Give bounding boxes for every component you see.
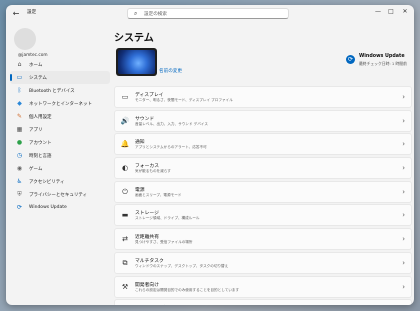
sidebar-item-label: システム xyxy=(29,76,47,81)
sidebar-item-label: 個人用設定 xyxy=(29,115,52,120)
settings-card[interactable]: ⚒ 開発者向け これらの設定は開発目的でのみ使用することを目的としています › xyxy=(114,275,412,298)
title-bar: ← 設定 ⌕ — □ ✕ xyxy=(6,5,414,22)
bluetooth-icon: ᛒ xyxy=(17,87,22,94)
search-input[interactable] xyxy=(144,10,284,18)
settings-card[interactable]: ⇄ 近距離共有 見つけやすさ、受信ファイルの場所 › xyxy=(114,228,412,251)
windows-update-icon: ⟳ xyxy=(16,204,23,211)
card-subtitle: 見つけやすさ、受信ファイルの場所 xyxy=(135,240,193,245)
notifications-icon: 🔔 xyxy=(120,140,130,149)
card-subtitle: 気が散るものを減らす xyxy=(135,169,171,174)
sidebar-nav: ⌂ ホーム ▭ システム ᛒ Bluetooth とデバイス ◆ ネットワークとインターネット… xyxy=(10,58,110,214)
network-icon: ◆ xyxy=(17,100,22,107)
minimize-button[interactable]: — xyxy=(372,8,384,15)
settings-card[interactable]: ⧉ マルチタスク ウィンドウのスナップ、デスクトップ、タスクの切り替え › xyxy=(114,251,412,274)
power-icon: ⏻ xyxy=(122,187,128,196)
sidebar-item-label: アプリ xyxy=(29,128,43,133)
sidebar-item-label: Bluetooth とデバイス xyxy=(29,89,75,94)
card-subtitle: 画面とスリープ、電源モード xyxy=(135,192,182,197)
display-icon: ▭ xyxy=(121,93,129,101)
sidebar-item[interactable]: ⛨ プライバシーとセキュリティ xyxy=(10,188,110,201)
chevron-right-icon: › xyxy=(402,140,405,149)
sidebar-item[interactable]: ▭ システム xyxy=(10,71,110,84)
storage-icon: ▬ xyxy=(121,211,129,220)
chevron-right-icon: › xyxy=(402,282,405,291)
card-title: フォーカス xyxy=(135,164,159,170)
time-language-icon: ◷ xyxy=(16,152,23,159)
sidebar-item[interactable]: ▦ アプリ xyxy=(10,123,110,136)
page-title: システム xyxy=(114,33,154,44)
settings-card-list: ▭ ディスプレイ モニター、明るさ、夜間モード、ディスプレイ プロファイル › 🔊 サウン… xyxy=(114,86,412,305)
sidebar-item[interactable]: ✎ 個人用設定 xyxy=(10,110,110,123)
sidebar-item-label: アカウント xyxy=(29,141,52,146)
card-title: 電源 xyxy=(135,187,145,193)
settings-card[interactable]: 🔊 サウンド 音量レベル、出力、入力、サウンド デバイス › xyxy=(114,109,412,132)
card-subtitle: 音量レベル、出力、入力、サウンド デバイス xyxy=(135,121,208,126)
card-subtitle: ウィンドウのスナップ、デスクトップ、タスクの切り替え xyxy=(135,263,229,268)
sidebar-item[interactable]: ⟳ Windows Update xyxy=(10,201,110,214)
sidebar-item-label: プライバシーとセキュリティ xyxy=(29,193,88,198)
sidebar-item[interactable]: ◉ ゲーム xyxy=(10,162,110,175)
chevron-right-icon: › xyxy=(402,258,405,267)
chevron-right-icon: › xyxy=(402,93,405,101)
sound-icon: 🔊 xyxy=(120,116,130,125)
system-icon: ▭ xyxy=(16,74,23,81)
card-subtitle: モニター、明るさ、夜間モード、ディスプレイ プロファイル xyxy=(135,98,233,102)
gaming-icon: ◉ xyxy=(16,165,23,172)
windows-update-status: 最終チェック日時: 1 時間前 xyxy=(359,61,407,66)
sidebar-item-label: アクセシビリティ xyxy=(29,180,65,185)
chevron-right-icon: › xyxy=(402,235,405,244)
privacy-shield-icon: ⛨ xyxy=(17,191,22,198)
device-wallpaper-thumbnail xyxy=(116,48,157,76)
settings-card[interactable]: ◐ フォーカス 気が散るものを減らす › xyxy=(114,157,412,180)
settings-window: ← 設定 ⌕ — □ ✕ @jamtec.com ⌂ホーム▭システムᛒBluet… xyxy=(6,5,414,305)
card-title: マルチタスク xyxy=(135,258,164,264)
sidebar-item-label: ネットワークとインターネット xyxy=(29,102,92,107)
chevron-right-icon: › xyxy=(402,164,405,173)
multitasking-icon: ⧉ xyxy=(122,258,128,267)
sidebar-item[interactable]: ᛒ Bluetooth とデバイス xyxy=(10,84,110,97)
sidebar-item[interactable]: ♿ アクセシビリティ xyxy=(10,175,110,188)
avatar[interactable] xyxy=(14,28,36,50)
close-button[interactable]: ✕ xyxy=(399,8,411,15)
maximize-button[interactable]: □ xyxy=(385,8,397,15)
card-title: サウンド xyxy=(135,116,155,122)
sidebar-item[interactable]: ◆ ネットワークとインターネット xyxy=(10,97,110,110)
developer-icon: ⚒ xyxy=(121,282,129,291)
search-box[interactable]: ⌕ xyxy=(127,8,289,19)
card-subtitle: アプリとシステムからのアラート、応答不可 xyxy=(135,145,207,150)
rename-link[interactable]: 名前の変更 xyxy=(159,68,182,74)
accounts-icon: ● xyxy=(16,139,23,146)
card-subtitle: ストレージ領域、ドライブ、構成ルール xyxy=(135,216,200,221)
windows-update-icon[interactable]: ⟳ xyxy=(346,55,355,64)
windows-update-title[interactable]: Windows Update xyxy=(359,54,405,59)
sidebar-item-label: Windows Update xyxy=(29,205,67,210)
chevron-right-icon: › xyxy=(402,211,405,220)
settings-card[interactable]: 🔔 通知 アプリとシステムからのアラート、応答不可 › xyxy=(114,133,412,156)
personalization-icon: ✎ xyxy=(16,113,23,120)
card-title: 開発者向け xyxy=(135,282,159,288)
sidebar-item-label: 時刻と言語 xyxy=(29,154,52,159)
card-subtitle: これらの設定は開発目的でのみ使用することを目的としています xyxy=(135,287,240,292)
sidebar-item-label: ホーム xyxy=(29,63,43,68)
sidebar-item[interactable]: ● アカウント xyxy=(10,136,110,149)
sidebar-item[interactable]: ◷ 時刻と言語 xyxy=(10,149,110,162)
apps-icon: ▦ xyxy=(16,126,23,133)
settings-card[interactable]: ⏻ 電源 画面とスリープ、電源モード › xyxy=(114,180,412,203)
card-title: ディスプレイ xyxy=(135,93,164,98)
focus-icon: ◐ xyxy=(121,164,129,173)
card-title: ライセンス認証 xyxy=(135,304,168,305)
sidebar-item[interactable]: ⌂ ホーム xyxy=(10,58,110,71)
sidebar-item-label: ゲーム xyxy=(29,167,43,172)
accessibility-icon: ♿ xyxy=(16,178,23,185)
search-icon: ⌕ xyxy=(134,10,138,17)
back-arrow-icon[interactable]: ← xyxy=(10,8,22,20)
nearby-sharing-icon: ⇄ xyxy=(122,235,128,244)
settings-card[interactable]: ▬ ストレージ ストレージ領域、ドライブ、構成ルール › xyxy=(114,204,412,227)
chevron-right-icon: › xyxy=(402,187,405,196)
app-title: 設定 xyxy=(27,10,37,15)
settings-card[interactable]: ✔ライセンス認証› xyxy=(114,299,412,305)
chevron-right-icon: › xyxy=(402,116,405,125)
home-icon: ⌂ xyxy=(17,61,22,68)
settings-card[interactable]: ▭ ディスプレイ モニター、明るさ、夜間モード、ディスプレイ プロファイル › xyxy=(114,86,412,108)
